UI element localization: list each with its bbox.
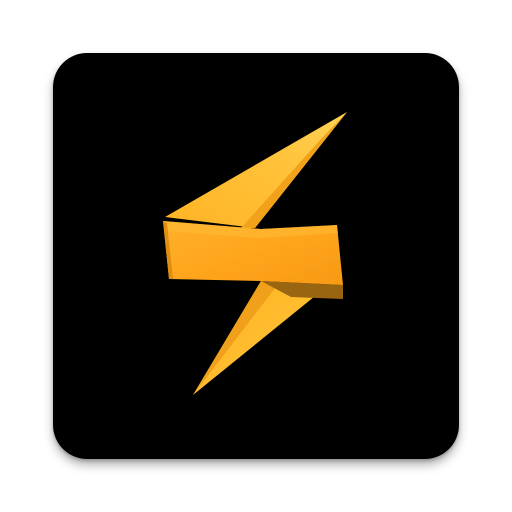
app-icon-canvas bbox=[0, 0, 512, 512]
app-icon-tile[interactable] bbox=[53, 53, 459, 459]
lightning-bolt-icon bbox=[53, 53, 459, 459]
